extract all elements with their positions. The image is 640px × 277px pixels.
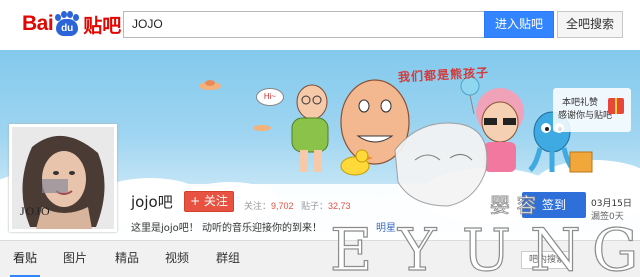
tab-featured[interactable]: 精品: [112, 241, 142, 277]
followers-count: 9,702: [271, 201, 294, 211]
paw-icon: du: [54, 11, 80, 37]
forum-avatar[interactable]: JOJO: [9, 124, 117, 232]
forum-description: 这里是jojo吧！ 动听的音乐迎接你的到来！: [131, 223, 322, 234]
signin-date: 03月15日: [591, 199, 632, 209]
posts-count: 32,73: [328, 201, 351, 211]
signin-streak: 漏签0天: [591, 212, 624, 222]
forum-category-link[interactable]: 明星: [376, 219, 396, 234]
logo-du: du: [56, 19, 79, 36]
gift-title: 本吧礼赞: [562, 98, 599, 108]
followers-label: 关注：: [244, 202, 272, 212]
search-in-forum-button[interactable]: 吧内搜索: [521, 251, 573, 269]
gift-icon[interactable]: [608, 98, 624, 114]
baidu-tieba-logo[interactable]: Bai du 贴吧: [22, 10, 121, 38]
posts-stat: 贴子：32,73: [301, 199, 351, 212]
logo-bai: Bai: [22, 12, 54, 35]
search-input[interactable]: JOJO: [123, 11, 485, 38]
speech-bubble: Hi~: [256, 88, 284, 106]
enter-forum-button[interactable]: 进入贴吧: [484, 11, 554, 38]
tab-groups[interactable]: 群组: [213, 241, 243, 277]
signin-button[interactable]: 签到: [522, 192, 586, 218]
followers-stat: 关注：9,702: [244, 199, 294, 212]
posts-label: 贴子：: [301, 202, 329, 212]
gift-subtitle: 感谢你与贴吧: [558, 111, 613, 121]
avatar-label: JOJO: [20, 204, 51, 218]
follow-button[interactable]: + 关注: [184, 191, 234, 212]
forum-name[interactable]: jojo吧: [131, 191, 173, 212]
tab-images[interactable]: 图片: [60, 241, 90, 277]
search-all-button[interactable]: 全吧搜索: [557, 11, 623, 38]
top-header: Bai du 贴吧 JOJO 进入贴吧 全吧搜索: [0, 0, 640, 50]
tab-videos[interactable]: 视频: [162, 241, 192, 277]
logo-tieba: 贴吧: [83, 14, 122, 37]
tab-posts[interactable]: 看贴: [10, 241, 40, 277]
